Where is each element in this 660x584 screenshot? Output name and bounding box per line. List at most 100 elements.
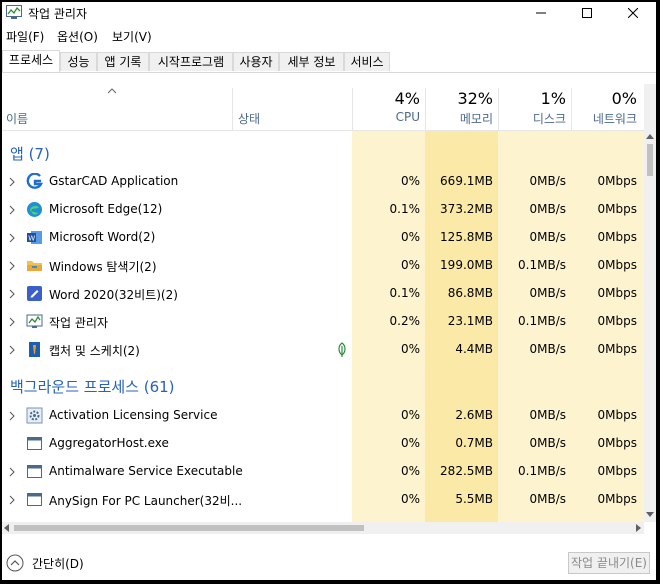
table-row[interactable]: W Microsoft Word(2) 0% 125.8MB 0MB/s 0Mb… [2, 224, 644, 252]
column-cpu[interactable]: CPU [352, 110, 420, 124]
maximize-button[interactable] [564, 2, 610, 24]
process-name: Antimalware Service Executable [49, 464, 243, 478]
network-value: 0Mbps [597, 408, 637, 422]
tab-startup[interactable]: 시작프로그램 [149, 52, 233, 71]
column-name[interactable]: 이름 [6, 110, 28, 127]
scroll-left-icon[interactable] [4, 524, 9, 532]
group-background[interactable]: 백그라운드 프로세스 (61) [10, 376, 175, 397]
cpu-value: 0% [400, 492, 420, 506]
memory-value: 125.8MB [440, 230, 493, 244]
chevron-right-icon[interactable] [6, 315, 18, 329]
tab-users[interactable]: 사용자 [233, 52, 279, 71]
gstarcad-icon [26, 173, 43, 189]
efficiency-leaf-icon [338, 342, 346, 357]
memory-value: 669.1MB [440, 174, 493, 188]
minimize-button[interactable] [518, 2, 564, 24]
scroll-down-icon[interactable] [646, 512, 654, 517]
network-value: 0Mbps [597, 286, 637, 300]
table-row[interactable]: 작업 관리자 0.2% 23.1MB 0.1MB/s 0Mbps [2, 308, 644, 336]
chevron-right-icon[interactable] [6, 231, 18, 245]
tab-processes[interactable]: 프로세스 [2, 50, 60, 72]
memory-value: 199.0MB [440, 258, 493, 272]
process-name: Activation Licensing Service [49, 408, 218, 422]
table-row[interactable]: Windows 탐색기(2) 0% 199.0MB 0.1MB/s 0Mbps [2, 252, 644, 280]
tab-strip: 프로세스 성능 앱 기록 시작프로그램 사용자 세부 정보 서비스 [2, 50, 656, 73]
network-value: 0Mbps [597, 342, 637, 356]
horizontal-scrollbar[interactable] [2, 522, 644, 534]
menu-file[interactable]: 파일(F) [6, 28, 44, 45]
column-disk[interactable]: 디스크 [498, 110, 566, 127]
window-icon [27, 437, 42, 450]
process-name: Word 2020(32비트)(2) [49, 288, 178, 302]
table-row[interactable]: Microsoft Edge(12) 0.1% 373.2MB 0MB/s 0M… [2, 196, 644, 224]
group-apps[interactable]: 앱 (7) [10, 143, 50, 164]
window-icon [27, 493, 42, 506]
scroll-up-icon[interactable] [646, 134, 654, 139]
table-row[interactable]: GstarCAD Application 0% 669.1MB 0MB/s 0M… [2, 168, 644, 196]
column-memory[interactable]: 메모리 [425, 110, 493, 127]
column-status[interactable]: 상태 [238, 110, 260, 127]
cpu-value: 0% [400, 436, 420, 450]
column-network[interactable]: 네트워크 [571, 110, 637, 127]
chevron-right-icon[interactable] [6, 493, 18, 507]
vertical-scroll-thumb[interactable] [647, 144, 653, 176]
menu-view[interactable]: 보기(V) [112, 28, 152, 45]
horizontal-scroll-thumb[interactable] [14, 525, 364, 531]
end-task-button[interactable]: 작업 끝내기(E) [568, 552, 650, 574]
tab-app-history[interactable]: 앱 기록 [97, 52, 149, 71]
task-manager-window: 작업 관리자 파일(F) 옵션(O) 보기(V) 프로세스 성능 앱 기록 시작… [2, 2, 656, 580]
network-value: 0Mbps [597, 174, 637, 188]
disk-value: 0MB/s [529, 408, 566, 422]
cpu-value: 0.1% [389, 202, 421, 216]
chevron-up-circle-icon [6, 554, 24, 572]
menu-options[interactable]: 옵션(O) [57, 28, 98, 45]
disk-value: 0.1MB/s [518, 258, 566, 272]
chevron-right-icon[interactable] [6, 175, 18, 189]
process-name: AnySign For PC Launcher(32비... [49, 494, 243, 508]
disk-value: 0MB/s [529, 230, 566, 244]
folder-icon [27, 261, 42, 271]
disk-value: 0MB/s [529, 436, 566, 450]
network-value: 0Mbps [597, 258, 637, 272]
tab-performance[interactable]: 성능 [60, 52, 97, 71]
gear-icon [26, 407, 43, 424]
tab-details[interactable]: 세부 정보 [279, 52, 344, 71]
chevron-right-icon[interactable] [6, 259, 18, 273]
column-separator[interactable] [232, 88, 233, 130]
process-name: Microsoft Word(2) [49, 230, 156, 244]
network-value: 0Mbps [597, 230, 637, 244]
svg-text:W: W [28, 235, 35, 243]
chevron-right-icon[interactable] [6, 287, 18, 301]
close-button[interactable] [610, 2, 656, 24]
memory-value: 373.2MB [440, 202, 493, 216]
memory-value: 4.4MB [455, 342, 493, 356]
memory-value: 2.6MB [455, 408, 493, 422]
tab-services[interactable]: 서비스 [344, 52, 390, 71]
memory-value: 282.5MB [440, 464, 493, 478]
cpu-value: 0.1% [389, 286, 421, 300]
network-value: 0Mbps [597, 436, 637, 450]
network-value: 0Mbps [597, 492, 637, 506]
table-row[interactable]: Activation Licensing Service 0% 2.6MB 0M… [2, 402, 644, 430]
process-name: AggregatorHost.exe [49, 436, 169, 450]
table-row[interactable]: AggregatorHost.exe 0% 0.7MB 0MB/s 0Mbps [2, 430, 644, 458]
table-row[interactable]: Word 2020(32비트)(2) 0.1% 86.8MB 0MB/s 0Mb… [2, 280, 644, 308]
chevron-right-icon[interactable] [6, 343, 18, 357]
memory-value: 23.1MB [447, 314, 493, 328]
chevron-right-icon[interactable] [6, 465, 18, 479]
title-bar[interactable]: 작업 관리자 [2, 2, 656, 24]
chevron-right-icon[interactable] [6, 409, 18, 423]
cpu-value: 0% [400, 174, 420, 188]
table-row[interactable]: AnySign For PC Launcher(32비... 0% 5.5MB … [2, 486, 644, 514]
scroll-right-icon[interactable] [636, 524, 641, 532]
chevron-right-icon[interactable] [6, 203, 18, 217]
network-value: 0Mbps [597, 314, 637, 328]
vertical-scrollbar[interactable] [644, 84, 656, 522]
edge-icon [27, 202, 42, 217]
table-row[interactable]: Antimalware Service Executable 0% 282.5M… [2, 458, 644, 486]
table-row[interactable]: 캡처 및 스케치(2) 0% 4.4MB 0MB/s 0Mbps [2, 336, 644, 364]
word2020-icon [27, 286, 42, 301]
network-value: 0Mbps [597, 464, 637, 478]
memory-value: 0.7MB [455, 436, 493, 450]
cpu-value: 0% [400, 464, 420, 478]
